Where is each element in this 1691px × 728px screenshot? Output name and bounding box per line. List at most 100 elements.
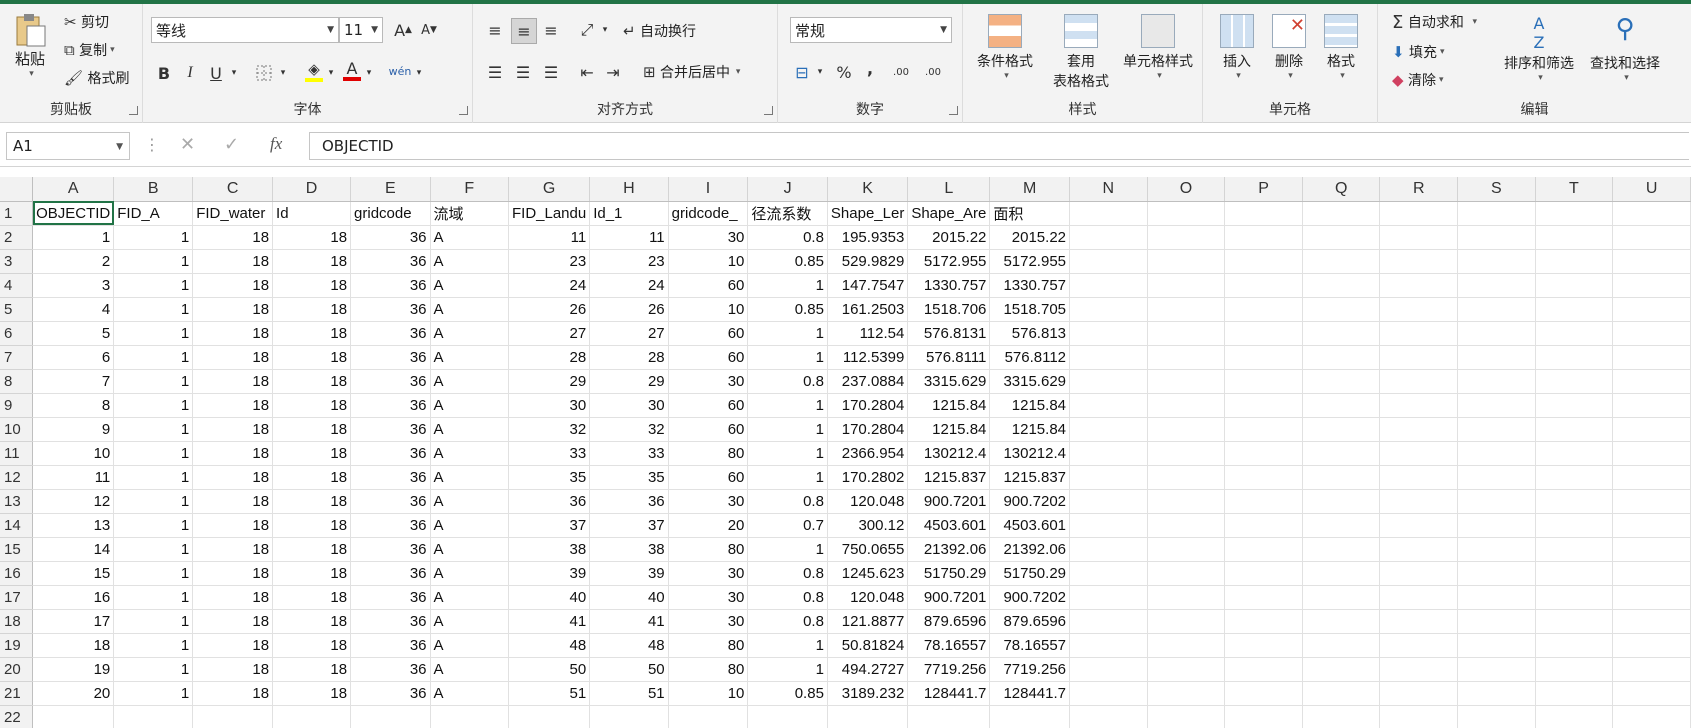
cell-j12[interactable]: 1 bbox=[747, 465, 828, 490]
cell-m4[interactable]: 1330.757 bbox=[989, 273, 1071, 298]
cell-q13[interactable] bbox=[1302, 489, 1381, 514]
cell-h2[interactable]: 11 bbox=[589, 225, 669, 250]
cell-d15[interactable]: 18 bbox=[272, 537, 352, 562]
cell-u13[interactable] bbox=[1612, 489, 1691, 514]
cell-o7[interactable] bbox=[1147, 345, 1226, 370]
cell-m5[interactable]: 1518.705 bbox=[989, 297, 1071, 322]
cell-l14[interactable]: 4503.601 bbox=[907, 513, 991, 538]
cell-h12[interactable]: 35 bbox=[589, 465, 669, 490]
cell-j11[interactable]: 1 bbox=[747, 441, 828, 466]
cell-t8[interactable] bbox=[1535, 369, 1614, 394]
cell-g22[interactable] bbox=[508, 705, 591, 728]
cell-q7[interactable] bbox=[1302, 345, 1381, 370]
format-as-table-button[interactable]: 套用 表格格式 bbox=[1043, 14, 1119, 91]
cell-k5[interactable]: 161.2503 bbox=[827, 297, 909, 322]
cell-p5[interactable] bbox=[1224, 297, 1303, 322]
cell-a17[interactable]: 16 bbox=[32, 585, 115, 610]
cell-a14[interactable]: 13 bbox=[32, 513, 115, 538]
row-header[interactable]: 1 bbox=[0, 201, 34, 226]
cell-e17[interactable]: 36 bbox=[350, 585, 431, 610]
cell-i3[interactable]: 10 bbox=[668, 249, 749, 274]
font-name-select[interactable]: 等线 ▼ bbox=[151, 17, 339, 43]
cell-a4[interactable]: 3 bbox=[32, 273, 115, 298]
cell-p14[interactable] bbox=[1224, 513, 1303, 538]
cell-g8[interactable]: 29 bbox=[508, 369, 591, 394]
cell-t11[interactable] bbox=[1535, 441, 1614, 466]
font-launcher-icon[interactable] bbox=[459, 106, 468, 115]
cell-d18[interactable]: 18 bbox=[272, 609, 352, 634]
row-header[interactable]: 10 bbox=[0, 417, 34, 442]
cell-t4[interactable] bbox=[1535, 273, 1614, 298]
cell-l11[interactable]: 130212.4 bbox=[907, 441, 991, 466]
cell-s8[interactable] bbox=[1457, 369, 1536, 394]
cell-m20[interactable]: 7719.256 bbox=[989, 657, 1071, 682]
cell-a18[interactable]: 17 bbox=[32, 609, 115, 634]
cell-m8[interactable]: 3315.629 bbox=[989, 369, 1071, 394]
cell-u11[interactable] bbox=[1612, 441, 1691, 466]
cell-n2[interactable] bbox=[1069, 225, 1148, 250]
column-header-m[interactable]: M bbox=[989, 177, 1071, 202]
cell-i6[interactable]: 60 bbox=[668, 321, 749, 346]
cell-q5[interactable] bbox=[1302, 297, 1381, 322]
cell-g9[interactable]: 30 bbox=[508, 393, 591, 418]
cell-q18[interactable] bbox=[1302, 609, 1381, 634]
cell-d17[interactable]: 18 bbox=[272, 585, 352, 610]
cell-j4[interactable]: 1 bbox=[747, 273, 828, 298]
cell-u4[interactable] bbox=[1612, 273, 1691, 298]
cell-q16[interactable] bbox=[1302, 561, 1381, 586]
cell-l10[interactable]: 1215.84 bbox=[907, 417, 991, 442]
conditional-format-button[interactable]: 条件格式 ▾ bbox=[973, 14, 1037, 81]
cell-g17[interactable]: 40 bbox=[508, 585, 591, 610]
cell-l1[interactable]: Shape_Are bbox=[907, 201, 991, 226]
cell-s18[interactable] bbox=[1457, 609, 1536, 634]
cell-l22[interactable] bbox=[907, 705, 991, 728]
cell-b10[interactable]: 1 bbox=[113, 417, 194, 442]
cell-e10[interactable]: 36 bbox=[350, 417, 431, 442]
cell-f3[interactable]: A bbox=[430, 249, 509, 274]
cell-n14[interactable] bbox=[1069, 513, 1148, 538]
cell-e15[interactable]: 36 bbox=[350, 537, 431, 562]
cell-j19[interactable]: 1 bbox=[747, 633, 828, 658]
cell-k4[interactable]: 147.7547 bbox=[827, 273, 909, 298]
cell-n5[interactable] bbox=[1069, 297, 1148, 322]
cell-n22[interactable] bbox=[1069, 705, 1148, 728]
column-header-b[interactable]: B bbox=[113, 177, 194, 202]
find-select-button[interactable]: ⚲ 查找和选择 ▾ bbox=[1584, 14, 1666, 83]
orientation-icon[interactable]: ⤢ bbox=[575, 18, 599, 42]
cell-p10[interactable] bbox=[1224, 417, 1303, 442]
row-header[interactable]: 17 bbox=[0, 585, 34, 610]
cell-n6[interactable] bbox=[1069, 321, 1148, 346]
cell-t13[interactable] bbox=[1535, 489, 1614, 514]
cell-n1[interactable] bbox=[1069, 201, 1148, 226]
cell-f20[interactable]: A bbox=[430, 657, 509, 682]
cell-c3[interactable]: 18 bbox=[192, 249, 274, 274]
column-header-d[interactable]: D bbox=[272, 177, 352, 202]
cell-s16[interactable] bbox=[1457, 561, 1536, 586]
cell-b20[interactable]: 1 bbox=[113, 657, 194, 682]
cell-l15[interactable]: 21392.06 bbox=[907, 537, 991, 562]
cell-a5[interactable]: 4 bbox=[32, 297, 115, 322]
row-header[interactable]: 18 bbox=[0, 609, 34, 634]
cell-g5[interactable]: 26 bbox=[508, 297, 591, 322]
cell-u3[interactable] bbox=[1612, 249, 1691, 274]
cell-o17[interactable] bbox=[1147, 585, 1226, 610]
cell-t1[interactable] bbox=[1535, 201, 1614, 226]
cell-l3[interactable]: 5172.955 bbox=[907, 249, 991, 274]
cell-h19[interactable]: 48 bbox=[589, 633, 669, 658]
currency-icon[interactable]: ⊟ bbox=[790, 60, 814, 84]
cell-o18[interactable] bbox=[1147, 609, 1226, 634]
cell-styles-button[interactable]: 单元格样式 ▾ bbox=[1113, 14, 1203, 81]
column-header-u[interactable]: U bbox=[1612, 177, 1691, 202]
format-cells-button[interactable]: 格式 ▾ bbox=[1319, 14, 1363, 81]
column-header-h[interactable]: H bbox=[589, 177, 669, 202]
cell-u2[interactable] bbox=[1612, 225, 1691, 250]
cell-r12[interactable] bbox=[1379, 465, 1459, 490]
cell-p20[interactable] bbox=[1224, 657, 1303, 682]
cell-r18[interactable] bbox=[1379, 609, 1459, 634]
border-dropdown-icon[interactable]: ▾ bbox=[277, 60, 289, 86]
cell-b8[interactable]: 1 bbox=[113, 369, 194, 394]
cell-i15[interactable]: 80 bbox=[668, 537, 749, 562]
cell-n4[interactable] bbox=[1069, 273, 1148, 298]
cell-o21[interactable] bbox=[1147, 681, 1226, 706]
cell-a19[interactable]: 18 bbox=[32, 633, 115, 658]
